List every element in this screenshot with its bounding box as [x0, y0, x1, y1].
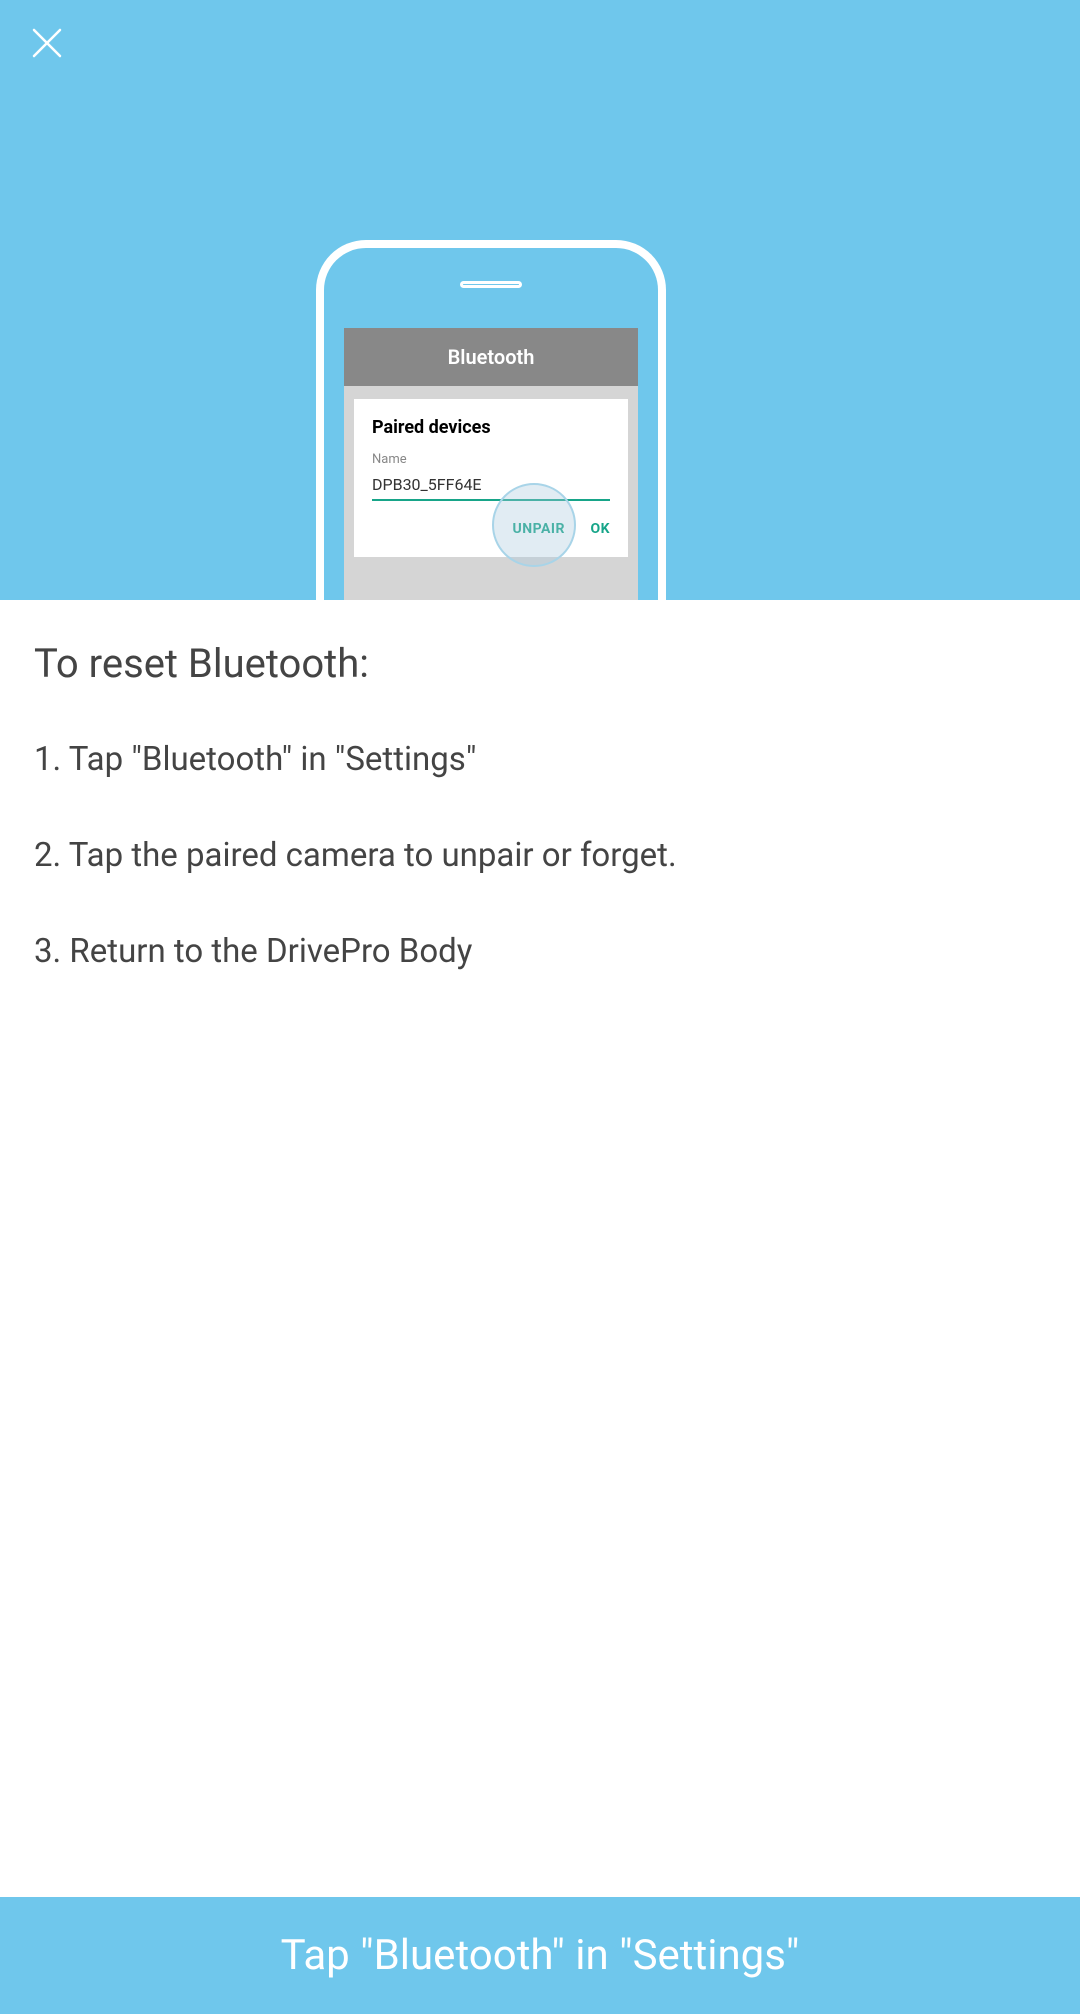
instructions: To reset Bluetooth: 1. Tap "Bluetooth" i…: [0, 600, 1080, 976]
instruction-step: 3. Return to the DrivePro Body: [34, 929, 1046, 975]
phone-mockup: Bluetooth Paired devices Name DPB30_5FF6…: [316, 240, 666, 600]
mockup-unpair-button: UNPAIR: [512, 521, 564, 537]
phone-screen: Bluetooth Paired devices Name DPB30_5FF6…: [344, 328, 638, 600]
mockup-paired-label: Paired devices: [372, 417, 610, 438]
mockup-device-name: DPB30_5FF64E: [372, 475, 610, 501]
hero-illustration: Bluetooth Paired devices Name DPB30_5FF6…: [0, 0, 1080, 600]
instructions-title: To reset Bluetooth:: [34, 640, 1046, 687]
mockup-body: Paired devices Name DPB30_5FF64E UNPAIR …: [344, 386, 638, 557]
phone-speaker-icon: [460, 281, 522, 288]
go-to-settings-button[interactable]: Tap "Bluetooth" in "Settings": [0, 1897, 1080, 2014]
mockup-name-label: Name: [372, 452, 610, 467]
instruction-step: 1. Tap "Bluetooth" in "Settings": [34, 737, 1046, 783]
mockup-paired-card: Paired devices Name DPB30_5FF64E UNPAIR …: [354, 399, 628, 557]
mockup-ok-button: OK: [590, 521, 610, 537]
mockup-actions: UNPAIR OK: [372, 521, 610, 537]
mockup-bluetooth-header: Bluetooth: [344, 328, 638, 386]
instruction-step: 2. Tap the paired camera to unpair or fo…: [34, 833, 1046, 879]
close-icon[interactable]: [32, 28, 62, 58]
